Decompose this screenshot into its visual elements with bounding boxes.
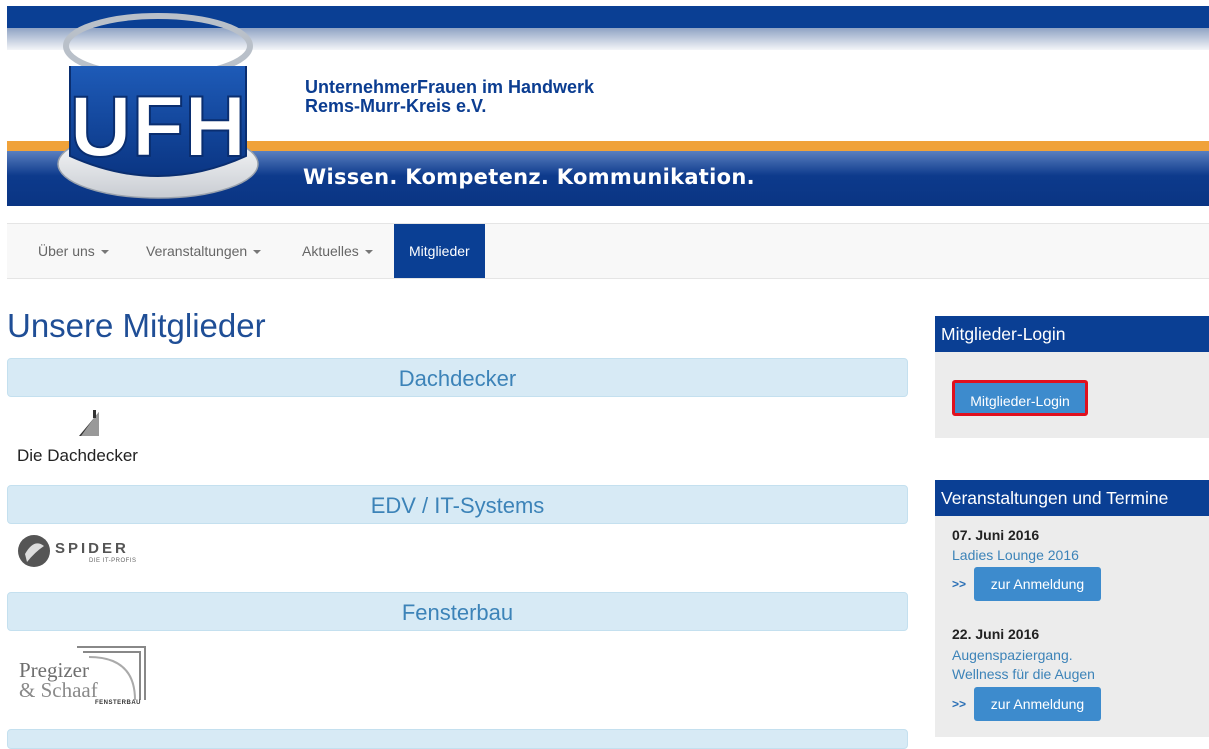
ufh-logo[interactable]: UFH [50, 6, 272, 206]
category-heading-partial [7, 729, 908, 749]
register-button[interactable]: zur Anmeldung [974, 687, 1101, 721]
events-panel-heading: Veranstaltungen und Termine [935, 480, 1209, 516]
logo-text-2: & Schaaf [19, 678, 98, 702]
nav-item-veranstaltungen[interactable]: Veranstaltungen [146, 224, 262, 278]
caret-down-icon [100, 250, 109, 255]
nav-item-label: Aktuelles [302, 243, 359, 259]
spider-logo-icon [18, 535, 50, 567]
logo-text: Die Dachdecker [17, 446, 138, 465]
logo-text: SPIDER [55, 540, 129, 557]
register-button[interactable]: zur Anmeldung [974, 567, 1101, 601]
page-title: Unsere Mitglieder [7, 307, 266, 344]
member-logo-die-dachdecker[interactable]: Die Dachdecker [17, 410, 157, 466]
member-logo-pregizer-schaaf[interactable]: Pregizer & Schaaf FENSTERBAU [17, 644, 149, 708]
event-title-link[interactable]: Augenspaziergang. Wellness für die Augen [952, 646, 1095, 684]
organization-name: UnternehmerFrauen im Handwerk Rems-Murr-… [305, 77, 595, 116]
nav-item-label: Über uns [38, 243, 95, 259]
nav-item-aktuelles[interactable]: Aktuelles [302, 224, 373, 278]
login-panel-heading: Mitglieder-Login [935, 316, 1209, 352]
caret-down-icon [364, 250, 373, 255]
caret-down-icon [253, 250, 262, 255]
logo-text: UFH [70, 79, 247, 175]
event-date: 22. Juni 2016 [952, 626, 1040, 642]
nav-item-label: Veranstaltungen [146, 243, 248, 259]
double-chevron-icon: >> [952, 577, 967, 591]
nav-item-ueber-uns[interactable]: Über uns [38, 224, 109, 278]
slogan: Wissen. Kompetenz. Kommunikation. [303, 165, 755, 189]
logo-subtext: DIE IT-PROFIS [89, 558, 137, 564]
nav-item-label: Mitglieder [409, 243, 470, 259]
category-heading-edv: EDV / IT-Systems [7, 485, 908, 524]
logo-subtext: FENSTERBAU [95, 700, 142, 706]
member-login-button[interactable]: Mitglieder-Login [952, 380, 1088, 416]
nav-item-mitglieder[interactable]: Mitglieder [394, 224, 485, 278]
category-heading-dachdecker: Dachdecker [7, 358, 908, 397]
member-logo-spider[interactable]: SPIDER DIE IT-PROFIS [17, 534, 177, 570]
main-navigation: Über uns Veranstaltungen Aktuelles Mitgl… [7, 223, 1209, 279]
event-title-link[interactable]: Ladies Lounge 2016 [952, 546, 1079, 565]
double-chevron-icon: >> [952, 697, 967, 711]
category-heading-fensterbau: Fensterbau [7, 592, 908, 631]
event-date: 07. Juni 2016 [952, 527, 1040, 543]
